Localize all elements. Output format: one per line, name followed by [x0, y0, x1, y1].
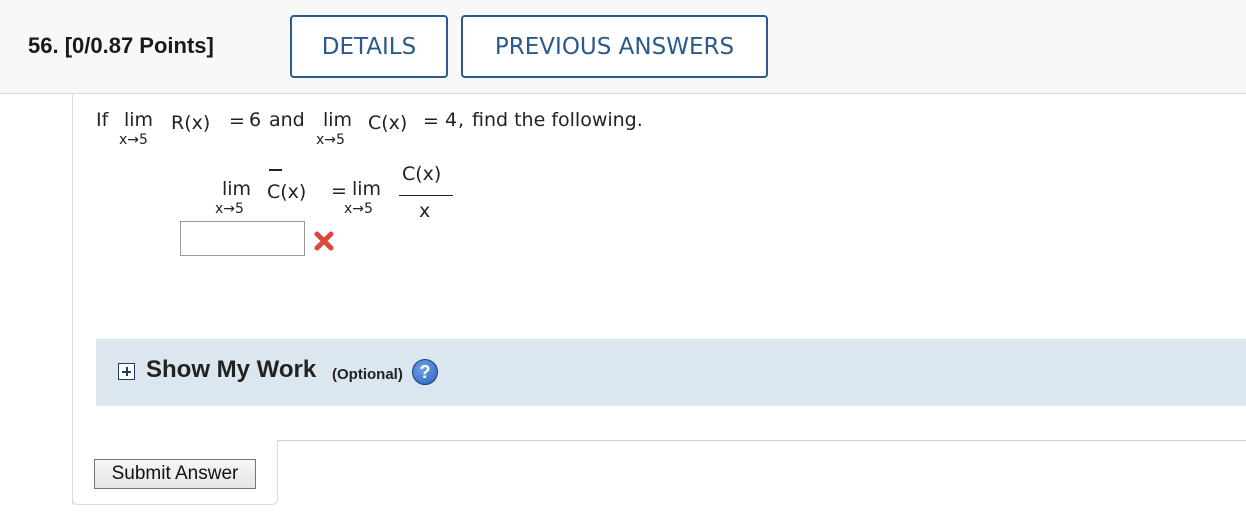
- fraction-numerator: C(x): [402, 163, 442, 185]
- question-header: 56. [0/0.87 Points] DETAILS PREVIOUS ANS…: [0, 0, 1246, 94]
- c-limit-value: 4: [445, 109, 458, 131]
- r-function: R(x): [171, 112, 211, 134]
- c-bar-function: C(x): [267, 181, 307, 203]
- limit-approach: x→5: [215, 201, 244, 217]
- lim-operator: lim: [323, 109, 353, 131]
- and-text: and: [269, 109, 305, 131]
- incorrect-x-icon: [314, 231, 334, 251]
- divider: [277, 440, 1246, 441]
- equals-sign: =: [423, 110, 439, 132]
- help-icon[interactable]: ?: [412, 359, 438, 385]
- limit-approach: x→5: [316, 132, 345, 148]
- limit-approach: x→5: [119, 132, 148, 148]
- equals-sign: =: [331, 180, 347, 202]
- comma: ,: [458, 109, 465, 131]
- show-my-work-label[interactable]: Show My Work: [146, 356, 316, 384]
- optional-label: (Optional): [332, 366, 403, 383]
- lim-operator: lim: [352, 178, 382, 200]
- c-function: C(x): [368, 112, 408, 134]
- details-button[interactable]: DETAILS: [290, 15, 448, 78]
- expand-plus-icon[interactable]: [118, 363, 135, 380]
- equals-sign: =: [229, 110, 245, 132]
- fraction-denominator: x: [419, 200, 431, 222]
- limit-approach: x→5: [344, 201, 373, 217]
- find-text: find the following.: [472, 109, 643, 131]
- lim-operator: lim: [124, 109, 154, 131]
- answer-input[interactable]: [180, 221, 305, 256]
- lim-operator: lim: [222, 178, 252, 200]
- previous-answers-button[interactable]: PREVIOUS ANSWERS: [461, 15, 768, 78]
- bar-overline: [269, 169, 282, 171]
- question-number-points: 56. [0/0.87 Points]: [28, 33, 214, 58]
- submit-answer-button[interactable]: Submit Answer: [94, 459, 256, 489]
- r-limit-value: 6: [249, 109, 262, 131]
- if-text: If: [96, 109, 109, 131]
- fraction-bar: [399, 195, 453, 196]
